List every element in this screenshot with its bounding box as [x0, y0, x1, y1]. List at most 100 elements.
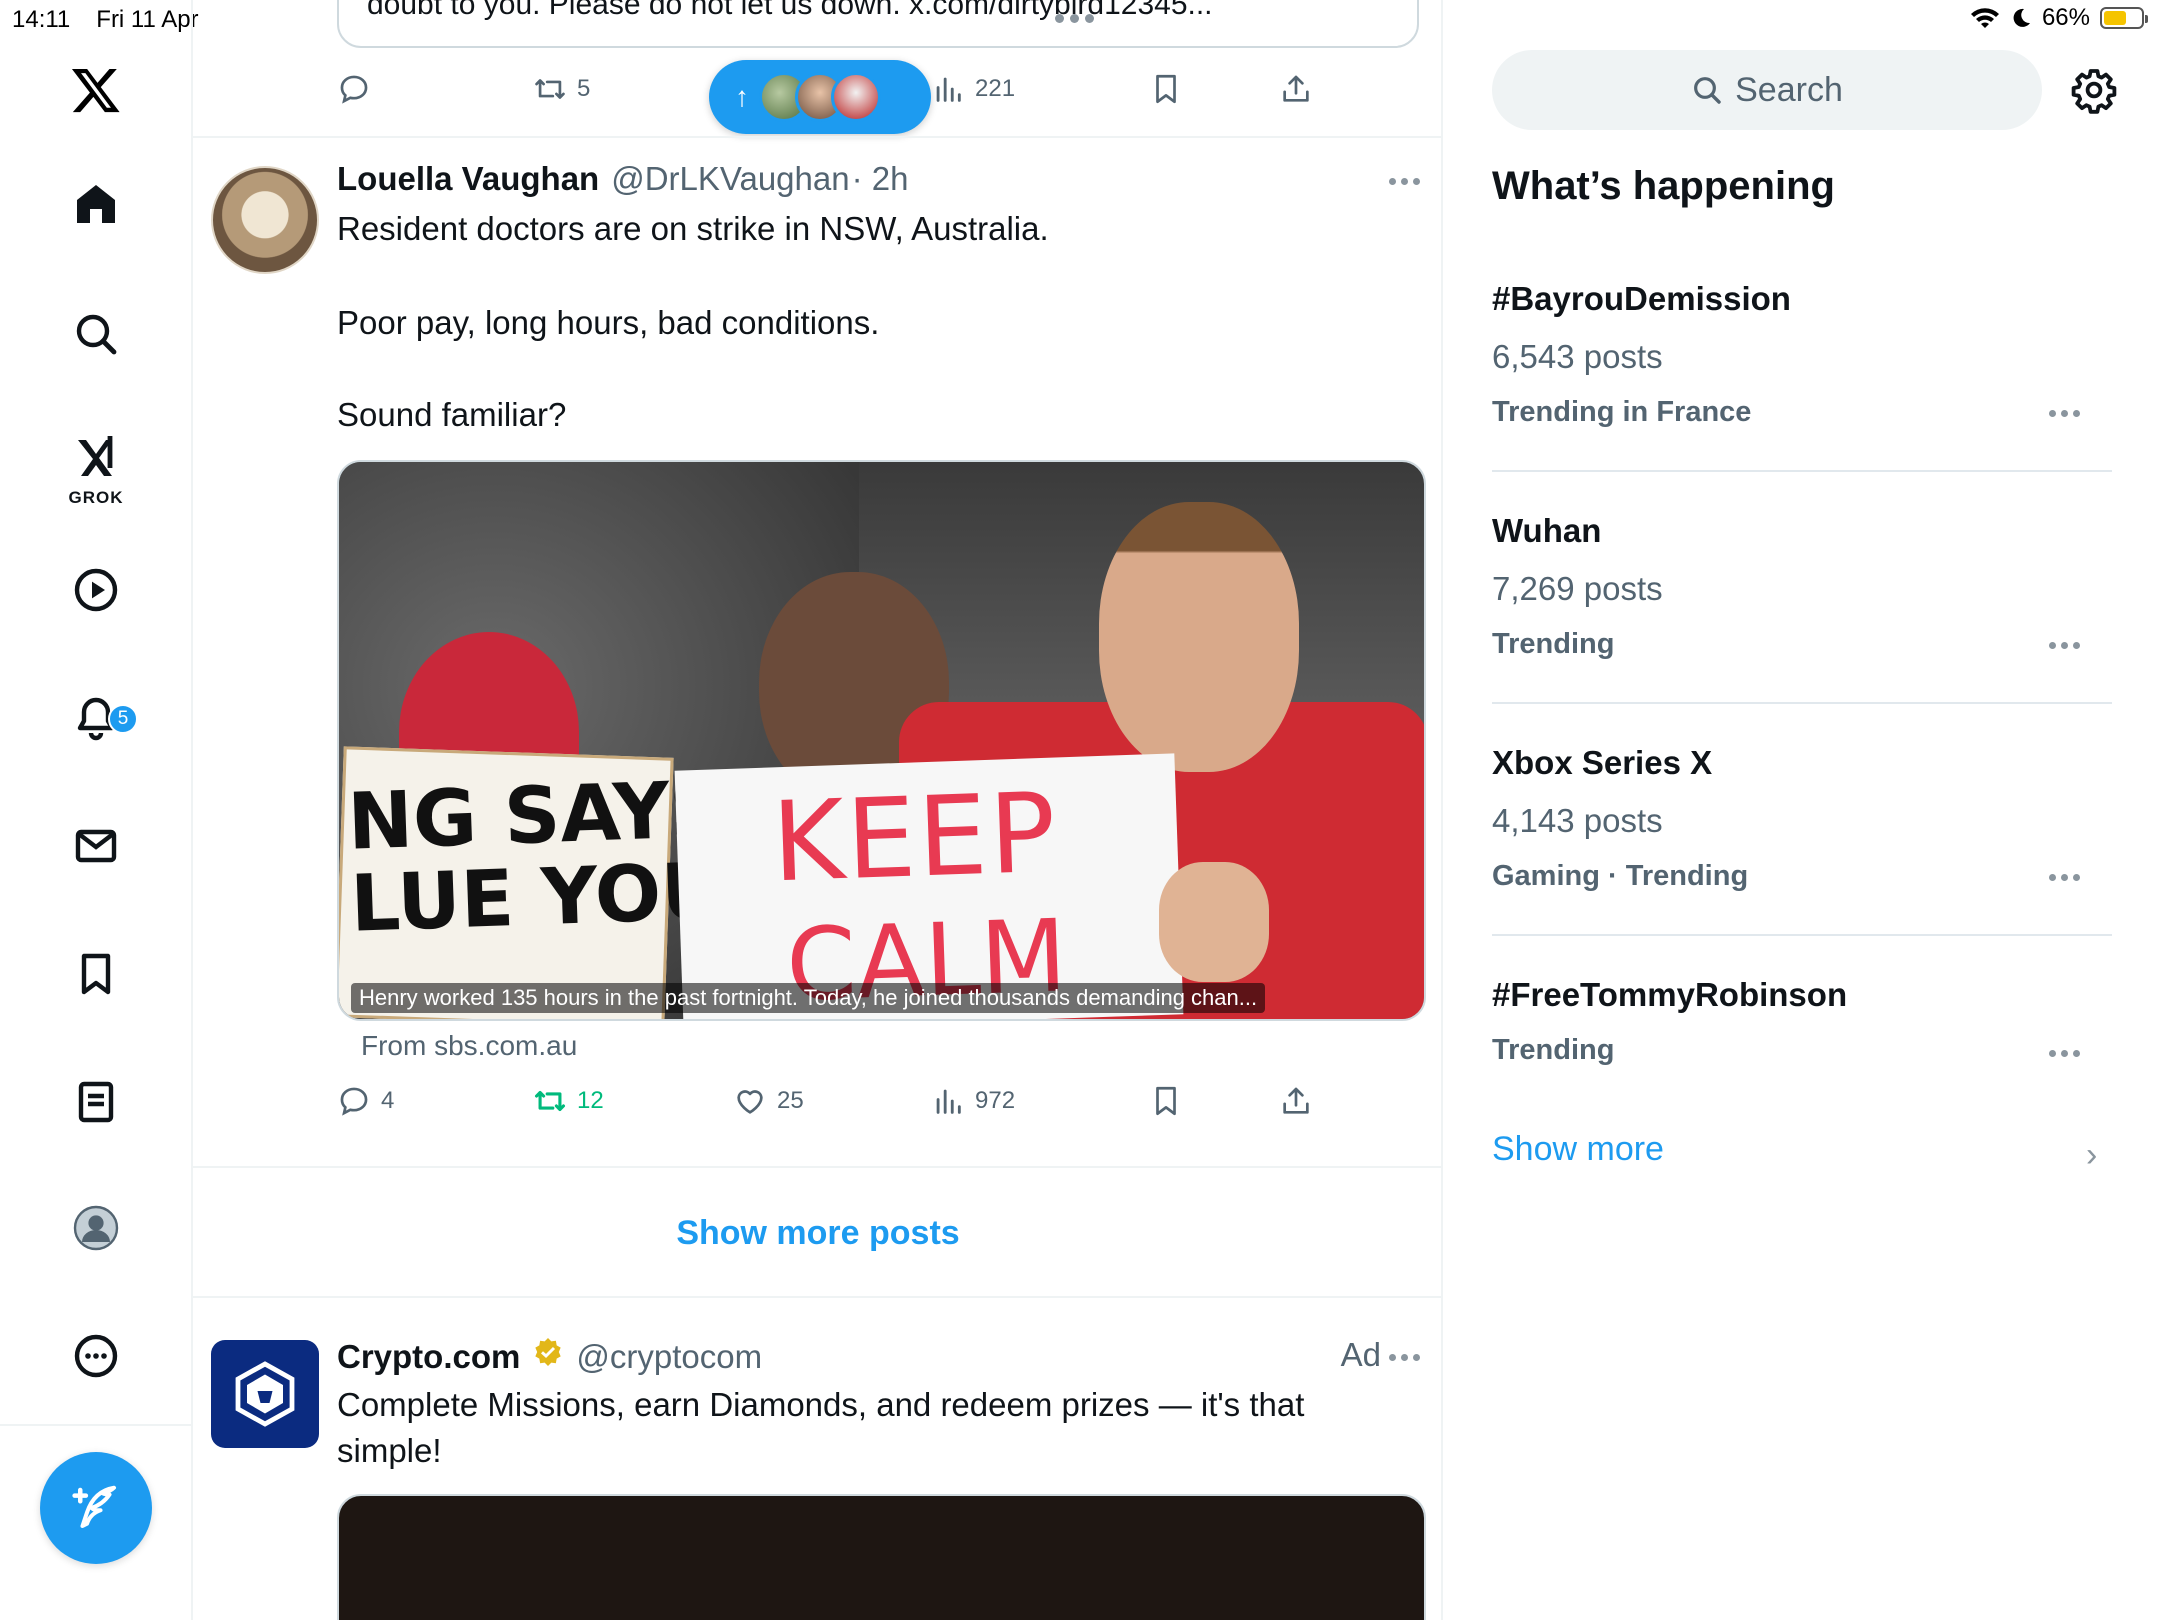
- protest-sign-right: KEEP CALM: [674, 753, 1184, 1019]
- lists-icon[interactable]: [56, 1062, 136, 1142]
- notifications-bell-icon[interactable]: 5: [56, 678, 138, 758]
- share-icon: [1283, 75, 1309, 102]
- author-avatar[interactable]: [211, 166, 319, 274]
- heart-icon: [737, 1090, 763, 1114]
- trend-more-options[interactable]: [2049, 1050, 2080, 1057]
- ad-label: Ad: [1340, 1336, 1381, 1373]
- post-text-line: Complete Missions, earn Diamonds, and re…: [337, 1386, 1305, 1423]
- link-source[interactable]: From sbs.com.au: [361, 1030, 577, 1062]
- post-separator: [193, 136, 1443, 138]
- trend-name: #BayrouDemission: [1492, 280, 1791, 317]
- video-play-icon[interactable]: [56, 550, 136, 630]
- retweet-icon: [535, 79, 565, 99]
- retweet-count: 12: [577, 1087, 604, 1114]
- battery-percent: 66%: [2041, 4, 2090, 31]
- post-header: Louella Vaughan @DrLKVaughan · 2h: [337, 160, 908, 198]
- reply-icon: [340, 1087, 368, 1116]
- author-name[interactable]: Crypto.com: [337, 1338, 520, 1376]
- explore-search-icon[interactable]: [56, 294, 136, 374]
- author-avatar[interactable]: [211, 1340, 319, 1448]
- compose-post-button[interactable]: [40, 1452, 152, 1564]
- trend-count: 7,269 posts: [1492, 570, 1663, 607]
- x-logo-icon[interactable]: [56, 50, 136, 130]
- left-navigation: GROK 5: [0, 0, 193, 1620]
- post-text-line: simple!: [337, 1432, 442, 1469]
- crypto-logo-icon: [235, 1361, 295, 1427]
- new-posts-pill[interactable]: ↑: [709, 60, 931, 134]
- post-more-options[interactable]: [1389, 1354, 1420, 1361]
- views-chart-icon: [936, 1089, 961, 1114]
- views-button[interactable]: 221: [931, 64, 1015, 114]
- show-more-posts-button[interactable]: Show more posts: [193, 1168, 1443, 1298]
- post-text-line: Poor pay, long hours, bad conditions.: [337, 304, 880, 341]
- trend-item[interactable]: Xbox Series X 4,143 posts Gaming · Trend…: [1492, 744, 2112, 893]
- post-media-image[interactable]: NG SAYS LUE YOU KEEP CALM Henry worked 1…: [337, 460, 1426, 1021]
- trend-context: Trending in France: [1492, 396, 1752, 428]
- reply-icon: [340, 75, 368, 104]
- trend-context: Trending: [1492, 628, 1615, 660]
- retweet-button[interactable]: 5: [533, 64, 590, 114]
- like-button[interactable]: 25: [733, 1076, 804, 1126]
- post-separator: [193, 1296, 1443, 1298]
- author-handle[interactable]: @cryptocom: [576, 1338, 762, 1376]
- trend-more-options[interactable]: [2049, 874, 2080, 881]
- author-name[interactable]: Louella Vaughan: [337, 160, 599, 198]
- search-input[interactable]: Search: [1492, 50, 2042, 130]
- retweet-button[interactable]: 12: [533, 1076, 604, 1126]
- media-hand: [1159, 862, 1269, 982]
- home-icon[interactable]: [56, 164, 136, 244]
- settings-gear-icon[interactable]: [2070, 66, 2118, 114]
- views-button[interactable]: 972: [931, 1076, 1015, 1126]
- post-more-options[interactable]: [1389, 178, 1420, 185]
- sign-left-text: NG SAYS LUE YOU: [346, 764, 728, 950]
- search-icon: [1694, 77, 1721, 104]
- trend-separator: [1492, 470, 2112, 472]
- like-count: 25: [777, 1087, 804, 1114]
- grok-icon[interactable]: GROK: [56, 420, 136, 510]
- trend-name: #FreeTommyRobinson: [1492, 976, 1848, 1013]
- retweet-icon: [534, 1090, 566, 1112]
- compose-feather-icon: [72, 1485, 117, 1529]
- author-handle[interactable]: @DrLKVaughan: [611, 160, 849, 198]
- trend-more-options[interactable]: [2049, 642, 2080, 649]
- share-icon: [1283, 1087, 1309, 1114]
- notifications-badge: 5: [108, 704, 138, 734]
- drag-handle[interactable]: [1055, 14, 1094, 23]
- trend-more-options[interactable]: [2049, 410, 2080, 417]
- whats-happening-title: What’s happening: [1492, 164, 1835, 208]
- trend-count: 4,143 posts: [1492, 802, 1663, 839]
- more-options-icon[interactable]: [56, 1316, 136, 1396]
- bookmark-icon: [1156, 1086, 1176, 1116]
- views-count: 972: [975, 1087, 1016, 1114]
- battery-icon: [2100, 7, 2148, 29]
- trend-item[interactable]: #BayrouDemission 6,543 posts Trending in…: [1492, 280, 2112, 429]
- trend-item[interactable]: Wuhan 7,269 posts Trending: [1492, 512, 2112, 661]
- views-chart-icon: [936, 77, 961, 102]
- messages-envelope-icon[interactable]: [56, 806, 136, 886]
- share-button[interactable]: [1279, 1076, 1313, 1126]
- grok-label: GROK: [68, 488, 124, 507]
- main-feed: doubt to you. Please do not let us down.…: [193, 0, 1443, 1620]
- bookmarks-icon[interactable]: [56, 934, 136, 1014]
- status-bar-right: 66%: [1970, 4, 2148, 32]
- bookmark-button[interactable]: [1149, 1076, 1183, 1126]
- verified-gold-badge-icon: [535, 1338, 562, 1366]
- bookmark-icon: [1156, 74, 1176, 104]
- profile-avatar-icon[interactable]: [56, 1188, 136, 1268]
- bookmark-button[interactable]: [1149, 64, 1183, 114]
- reply-button[interactable]: [337, 64, 371, 114]
- share-button[interactable]: [1279, 64, 1313, 114]
- retweet-count: 5: [577, 75, 591, 102]
- trend-separator: [1492, 934, 2112, 936]
- trend-item[interactable]: #FreeTommyRobinson Trending: [1492, 976, 2112, 1067]
- post-text-line: Sound familiar?: [337, 396, 567, 433]
- arrow-up-icon: ↑: [735, 81, 749, 112]
- media-caption: Henry worked 135 hours in the past fortn…: [351, 983, 1266, 1013]
- protest-sign-left: NG SAYS LUE YOU: [339, 746, 727, 1019]
- show-more-link[interactable]: Show more: [1492, 1130, 1664, 1169]
- reply-button[interactable]: 4: [337, 1076, 394, 1126]
- chevron-right-icon: ›: [2086, 1136, 2098, 1174]
- post-text-line: Resident doctors are on strike in NSW, A…: [337, 210, 1049, 247]
- ad-media-image[interactable]: [337, 1494, 1426, 1620]
- moon-icon: [2013, 8, 2030, 27]
